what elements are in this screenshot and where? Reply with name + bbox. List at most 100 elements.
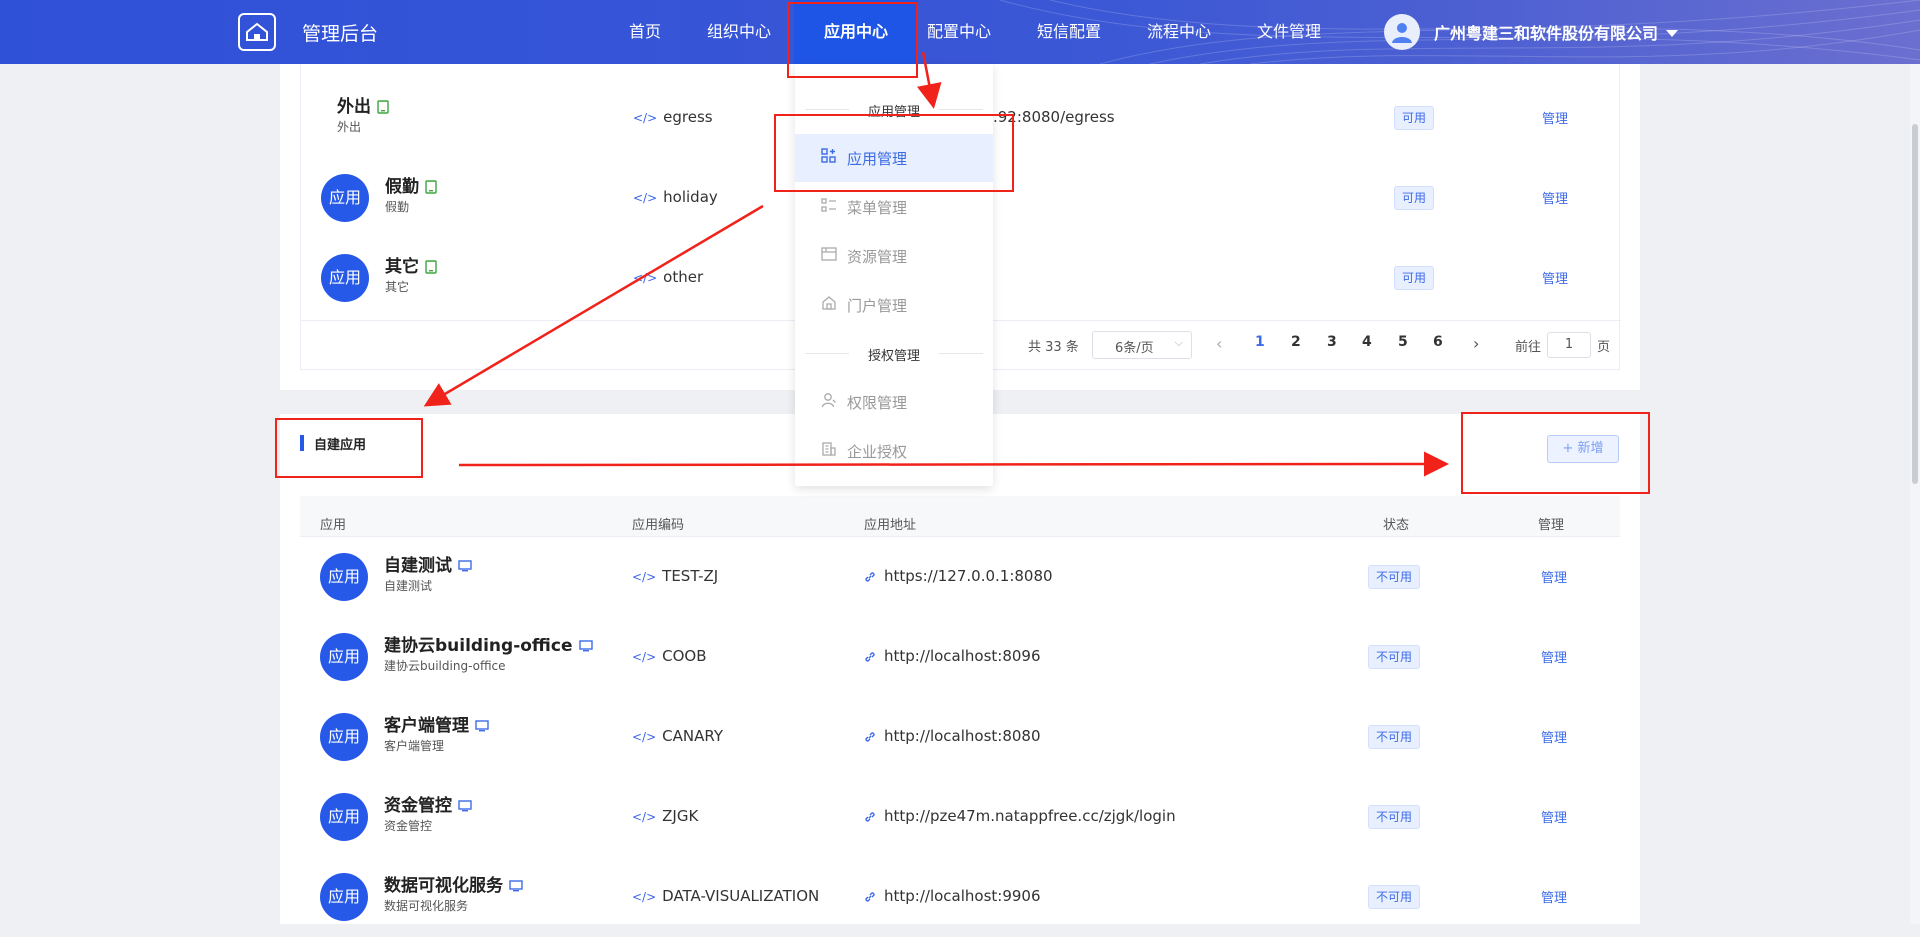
app-subtitle: 客户端管理 (384, 739, 445, 753)
status-badge: 可用 (1394, 266, 1435, 290)
page-3[interactable]: 3 (1327, 334, 1337, 350)
app-name: 外出 (337, 92, 389, 117)
code-icon: </> (632, 570, 657, 584)
app-avatar: 应用 (320, 553, 368, 601)
app-avatar: 应用 (321, 174, 369, 222)
table-row: 应用 自建测试 自建测试 </> TEST-ZJ https://127.0.0.… (300, 537, 1620, 617)
goto-page-input[interactable]: 1 (1547, 332, 1591, 358)
app-subtitle: 外出 (337, 120, 362, 134)
app-url: http://localhost:9906 (864, 887, 1041, 905)
menu-list-icon (821, 198, 836, 212)
column-header-manage: 管理 (1538, 518, 1565, 533)
app-name: 其它 (385, 252, 437, 277)
mobile-icon (425, 260, 437, 274)
manage-link[interactable]: 管理 (1542, 108, 1568, 127)
menu-item-permission-management[interactable]: 权限管理 (795, 378, 993, 426)
code-icon: </> (633, 191, 658, 205)
annotation-box-menu-item (774, 114, 1014, 192)
table-row: 应用 建协云building-office 建协云building-office… (300, 617, 1620, 697)
app-url: https://127.0.0.1:8080 (864, 567, 1053, 585)
page-size-select[interactable]: 6条/页 ⌵ (1092, 331, 1192, 359)
code-icon: </> (632, 650, 657, 664)
nav-organization-center[interactable]: 组织中心 (706, 0, 772, 64)
status-badge: 可用 (1394, 106, 1435, 130)
status-badge: 不可用 (1368, 645, 1421, 669)
annotation-box-section (275, 418, 423, 478)
table-row: 应用 客户端管理 客户端管理 </> CANARY http://localhos… (300, 697, 1620, 777)
link-icon (865, 651, 875, 662)
manage-link[interactable]: 管理 (1541, 727, 1567, 746)
company-name[interactable]: 广州粤建三和软件股份有限公司 (1434, 20, 1658, 44)
desktop-icon (458, 800, 472, 812)
app-subtitle: 数据可视化服务 (384, 899, 469, 913)
app-code: </> ZJGK (632, 807, 699, 825)
column-header-app: 应用 (320, 518, 347, 533)
app-subtitle: 资金管控 (384, 819, 433, 833)
manage-link[interactable]: 管理 (1542, 188, 1568, 207)
desktop-icon (458, 560, 472, 572)
manage-link[interactable]: 管理 (1541, 807, 1567, 826)
status-badge: 不可用 (1368, 565, 1421, 589)
building-icon (822, 442, 836, 456)
app-avatar: 应用 (320, 793, 368, 841)
manage-link[interactable]: 管理 (1541, 887, 1567, 906)
page-4[interactable]: 4 (1362, 334, 1372, 350)
app-code: </> egress (633, 108, 713, 126)
manage-link[interactable]: 管理 (1541, 567, 1567, 586)
app-code: </> other (633, 268, 704, 286)
app-code: </> CANARY (632, 727, 723, 745)
chevron-down-icon[interactable] (1666, 29, 1679, 37)
code-icon: </> (632, 890, 657, 904)
page-6[interactable]: 6 (1433, 334, 1443, 350)
menu-item-resource-management[interactable]: 资源管理 (795, 232, 993, 280)
brand-title: 管理后台 (302, 23, 379, 45)
app-name: 客户端管理 (384, 711, 489, 736)
page-1[interactable]: 1 (1255, 334, 1265, 350)
prev-page-icon[interactable]: ‹ (1216, 334, 1222, 353)
scrollbar-thumb[interactable] (1912, 124, 1918, 484)
app-avatar: 应用 (320, 633, 368, 681)
nav-config-center[interactable]: 配置中心 (926, 0, 992, 64)
link-icon (865, 891, 875, 902)
nav-process-center[interactable]: 流程中心 (1146, 0, 1212, 64)
logo-icon[interactable] (238, 13, 276, 51)
menu-item-portal-management[interactable]: 门户管理 (795, 281, 993, 329)
goto-page-value: 1 (1564, 337, 1574, 352)
next-page-icon[interactable]: › (1473, 334, 1479, 353)
app-url: http://localhost:8096 (864, 647, 1041, 665)
link-icon (865, 811, 875, 822)
menu-item-enterprise-authorization[interactable]: 企业授权 (795, 427, 993, 475)
mobile-icon (425, 180, 437, 194)
code-icon: </> (632, 810, 657, 824)
nav-home[interactable]: 首页 (624, 0, 666, 64)
manage-link[interactable]: 管理 (1541, 647, 1567, 666)
folder-icon (821, 247, 837, 261)
link-icon (865, 571, 875, 582)
nav-sms-config[interactable]: 短信配置 (1036, 0, 1102, 64)
app-name: 自建测试 (384, 551, 472, 576)
desktop-icon (578, 640, 593, 652)
nav-file-management[interactable]: 文件管理 (1256, 0, 1322, 64)
chevron-down-icon: ⌵ (1174, 336, 1183, 349)
app-name: 建协云building-office (384, 631, 593, 656)
user-avatar-icon[interactable] (1384, 14, 1420, 50)
app-code: </> holiday (633, 188, 718, 206)
app-code: </> DATA-VISUALIZATION (632, 887, 820, 905)
app-url: http://localhost:8080 (864, 727, 1041, 745)
code-icon: </> (633, 111, 658, 125)
app-subtitle: 自建测试 (384, 579, 433, 593)
table-header (300, 496, 1620, 537)
scrollbar[interactable] (1910, 64, 1920, 924)
table-row: 应用 资金管控 资金管控 </> ZJGK http://pze47m.natap… (300, 777, 1620, 857)
self-built-table-body: 应用 自建测试 自建测试 </> TEST-ZJ https://127.0.0.… (300, 537, 1620, 924)
manage-link[interactable]: 管理 (1542, 268, 1568, 287)
mobile-icon (377, 100, 389, 114)
page-2[interactable]: 2 (1291, 334, 1301, 350)
app-name: 资金管控 (384, 791, 472, 816)
app-avatar: 应用 (320, 713, 368, 761)
app-name: 假勤 (385, 172, 437, 197)
user-menu[interactable]: 广州粤建三和软件股份有限公司 (1384, 14, 1679, 50)
page-5[interactable]: 5 (1398, 334, 1408, 350)
top-navigation-bar: 管理后台 首页 组织中心 应用中心 配置中心 短信配置 流程中心 文件管理 广州… (0, 0, 1920, 64)
status-badge: 可用 (1394, 186, 1435, 210)
